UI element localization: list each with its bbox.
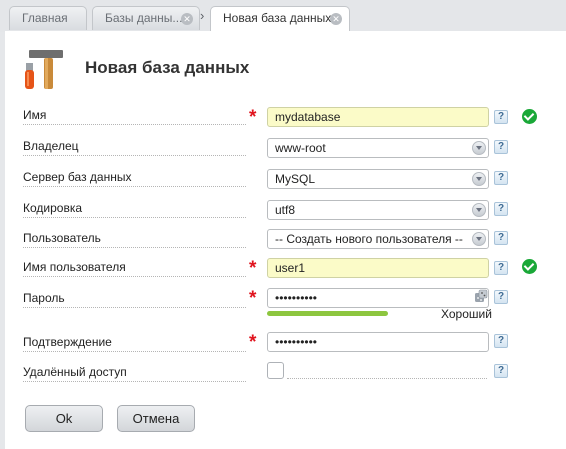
- help-icon[interactable]: ?: [494, 261, 508, 275]
- help-icon[interactable]: ?: [494, 231, 508, 245]
- confirm-label-text: Подтверждение: [23, 335, 115, 349]
- username-input[interactable]: [267, 258, 489, 278]
- server-label: Сервер баз данных: [23, 170, 246, 187]
- divider: [287, 378, 487, 379]
- help-icon[interactable]: ?: [494, 364, 508, 378]
- server-label-text: Сервер баз данных: [23, 170, 135, 184]
- owner-select-value: www-root: [275, 141, 326, 155]
- tab-new-database[interactable]: Новая база данных ✕: [210, 6, 350, 32]
- help-icon[interactable]: ?: [494, 290, 508, 304]
- check-icon: [522, 109, 537, 124]
- password-strength-label: Хороший: [441, 307, 492, 321]
- password-strength-bar: [267, 311, 388, 316]
- help-icon[interactable]: ?: [494, 171, 508, 185]
- user-select-value: -- Создать нового пользователя --: [275, 232, 463, 246]
- tab-home[interactable]: Главная: [9, 6, 87, 30]
- chevron-down-icon[interactable]: [472, 232, 486, 246]
- user-label-text: Пользователь: [23, 231, 104, 245]
- chevron-right-icon: ›: [200, 8, 205, 23]
- help-icon[interactable]: ?: [494, 334, 508, 348]
- help-icon[interactable]: ?: [494, 140, 508, 154]
- tab-databases[interactable]: Базы данны... ✕: [92, 6, 200, 30]
- confirm-password-input[interactable]: [267, 332, 489, 352]
- help-icon[interactable]: ?: [494, 202, 508, 216]
- password-label: Пароль: [23, 291, 246, 308]
- tab-new-database-label: Новая база данных: [223, 11, 332, 25]
- server-select[interactable]: MySQL: [267, 169, 489, 189]
- owner-label-text: Владелец: [23, 139, 82, 153]
- name-label: Имя: [23, 108, 246, 125]
- close-icon[interactable]: ✕: [330, 13, 342, 25]
- dice-icon[interactable]: [474, 289, 488, 303]
- username-label: Имя пользователя: [23, 260, 246, 277]
- encoding-label-text: Кодировка: [23, 201, 86, 215]
- encoding-select-value: utf8: [275, 203, 296, 217]
- remote-access-checkbox[interactable]: [267, 362, 284, 379]
- chevron-down-icon[interactable]: [472, 203, 486, 217]
- chevron-down-icon[interactable]: [472, 141, 486, 155]
- page-title: Новая база данных: [85, 58, 250, 77]
- owner-select[interactable]: www-root: [267, 138, 489, 158]
- tab-bar: Главная Базы данны... ✕ › Новая база дан…: [0, 0, 566, 32]
- password-input[interactable]: [267, 288, 489, 308]
- ok-button[interactable]: Ok: [25, 405, 103, 432]
- name-input[interactable]: [267, 107, 489, 127]
- required-marker: *: [249, 332, 257, 353]
- encoding-select[interactable]: utf8: [267, 200, 489, 220]
- required-marker: *: [249, 258, 257, 279]
- user-label: Пользователь: [23, 231, 246, 248]
- chevron-down-icon[interactable]: [472, 172, 486, 186]
- confirm-label: Подтверждение: [23, 335, 246, 352]
- cancel-button[interactable]: Отмена: [117, 405, 195, 432]
- name-label-text: Имя: [23, 108, 50, 122]
- password-label-text: Пароль: [23, 291, 68, 305]
- tab-databases-label: Базы данны...: [105, 11, 183, 25]
- encoding-label: Кодировка: [23, 201, 246, 218]
- tools-icon: [25, 50, 63, 89]
- owner-label: Владелец: [23, 139, 246, 156]
- close-icon[interactable]: ✕: [181, 13, 193, 25]
- server-select-value: MySQL: [275, 172, 316, 186]
- user-select[interactable]: -- Создать нового пользователя --: [267, 229, 489, 249]
- required-marker: *: [249, 288, 257, 309]
- help-icon[interactable]: ?: [494, 110, 508, 124]
- required-marker: *: [249, 107, 257, 128]
- remote-access-label: Удалённый доступ: [23, 365, 246, 382]
- tab-home-label: Главная: [22, 11, 68, 25]
- check-icon: [522, 259, 537, 274]
- remote-access-label-text: Удалённый доступ: [23, 365, 130, 379]
- form-panel: Новая база данных Имя * ? Владелец www-r…: [5, 31, 566, 449]
- username-label-text: Имя пользователя: [23, 260, 129, 274]
